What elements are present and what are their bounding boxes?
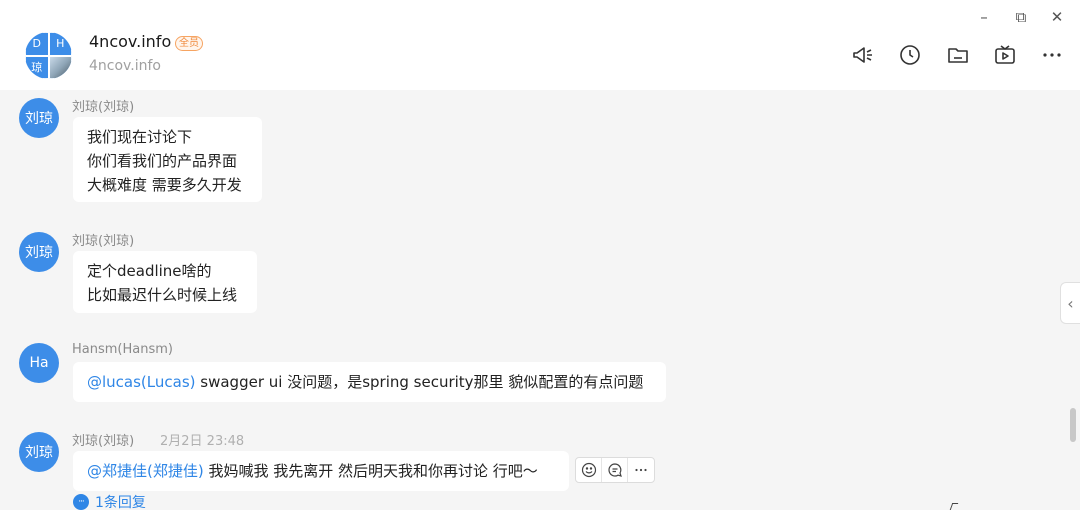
message-list: 刘琼 刘琼(刘琼) 我们现在讨论下 你们看我们的产品界面 大概难度 需要多久开发… [0, 90, 1080, 510]
reply-bubble-icon[interactable] [602, 458, 628, 482]
group-name[interactable]: 4ncov.info [89, 32, 171, 51]
avatar-cell-h: H [48, 32, 72, 56]
group-subtitle: 4ncov.info [89, 58, 161, 74]
history-clock-icon[interactable] [898, 43, 922, 67]
avatar-cell-qiong: 琼 [25, 55, 49, 79]
avatar-cell-d: D [25, 32, 49, 56]
message-text: 比如最迟什么时候上线 [87, 286, 238, 304]
mention-link[interactable]: @郑捷佳(郑捷佳) [87, 462, 204, 480]
message-bubble[interactable]: 定个deadline啥的 比如最迟什么时候上线 [73, 251, 257, 313]
message-text: 我们现在讨论下 [87, 128, 193, 146]
mention-link[interactable]: @lucas(Lucas) [87, 373, 196, 391]
reply-thread-icon: ··· [73, 494, 89, 510]
message-text: 定个deadline啥的 [87, 262, 212, 280]
message-action-bar [575, 457, 655, 483]
sender-avatar[interactable]: 刘琼 [19, 432, 59, 472]
message-text: 大概难度 需要多久开发 [87, 176, 242, 194]
avatar-cell-photo [48, 55, 72, 79]
sender-name: 刘琼(刘琼) [72, 100, 135, 115]
close-button[interactable]: ✕ [1046, 6, 1068, 28]
sender-name: 刘琼(刘琼) [72, 234, 135, 249]
thread-replies-link[interactable]: ··· 1条回复 [73, 492, 146, 510]
message-text: 你们看我们的产品界面 [87, 152, 238, 170]
side-panel-toggle[interactable]: ‹ [1060, 282, 1080, 324]
sender-name: 刘琼(刘琼) [72, 434, 135, 449]
chat-header: D H 琼 4ncov.info 全员 4ncov.info – ⧉ ✕ [0, 0, 1080, 90]
sender-name: Hansm(Hansm) [72, 342, 173, 357]
folder-icon[interactable] [946, 43, 970, 67]
announcement-icon[interactable] [851, 43, 875, 67]
message-text: 我妈喊我 我先离开 然后明天我和你再讨论 行吧～ [203, 462, 538, 480]
minimize-button[interactable]: – [973, 6, 995, 28]
more-icon[interactable] [1040, 43, 1064, 67]
sender-avatar[interactable]: 刘琼 [19, 98, 59, 138]
sender-avatar[interactable]: Ha [19, 343, 59, 383]
message-text: swagger ui 没问题，是spring security那里 貌似配置的有… [195, 373, 644, 391]
live-video-icon[interactable] [993, 43, 1017, 67]
message-timestamp: 2月2日 23:48 [160, 434, 245, 449]
more-actions-icon[interactable] [628, 458, 654, 482]
member-badge: 全员 [175, 36, 203, 51]
message-bubble[interactable]: @lucas(Lucas) swagger ui 没问题，是spring sec… [73, 362, 666, 402]
restore-button[interactable]: ⧉ [1010, 6, 1032, 28]
sender-avatar[interactable]: 刘琼 [19, 232, 59, 272]
group-avatar[interactable]: D H 琼 [25, 32, 72, 79]
message-bubble[interactable]: 我们现在讨论下 你们看我们的产品界面 大概难度 需要多久开发 [73, 117, 262, 202]
scrollbar-thumb[interactable] [1070, 408, 1076, 442]
emoji-reaction-icon[interactable] [576, 458, 602, 482]
reply-count-label: 1条回复 [95, 495, 146, 510]
message-bubble[interactable]: @郑捷佳(郑捷佳) 我妈喊我 我先离开 然后明天我和你再讨论 行吧～ [73, 451, 569, 491]
